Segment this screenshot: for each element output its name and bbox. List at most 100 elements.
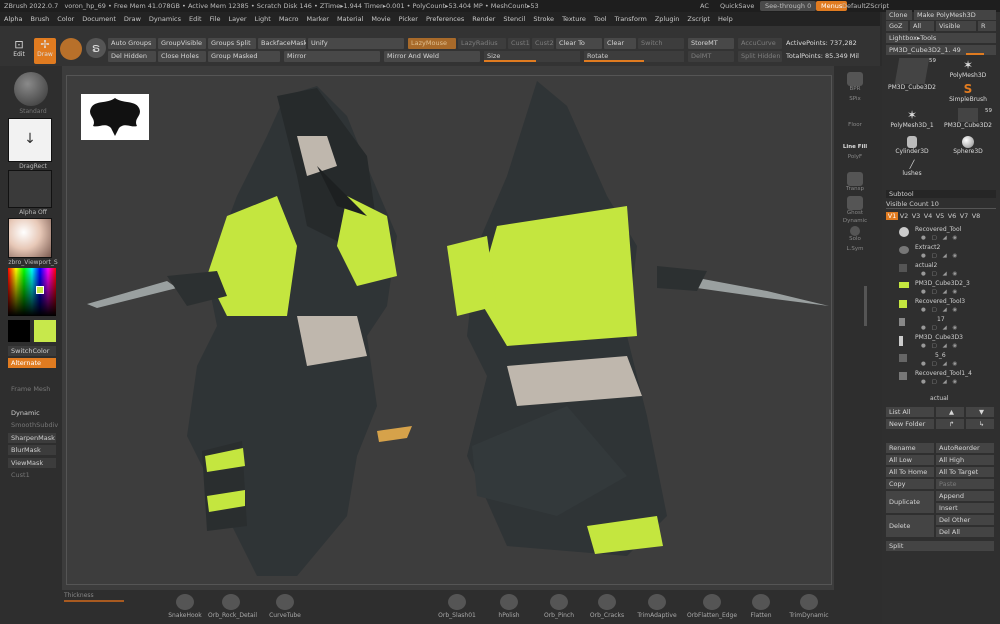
sharpen-mask-button[interactable]: SharpenMask (8, 433, 56, 443)
smooth-subdiv-button[interactable]: SmoothSubdiv (8, 420, 58, 430)
menu-layer[interactable]: Layer (224, 12, 250, 26)
brush-trimadaptive[interactable]: TrimAdaptive (634, 594, 680, 619)
delete-button[interactable]: Delete (886, 515, 934, 537)
del-hidden-button[interactable]: Del Hidden (108, 51, 156, 62)
stroke-thumbnail[interactable]: ↓ (8, 118, 52, 162)
menu-help[interactable]: Help (714, 12, 737, 26)
mirror-weld-button[interactable]: Mirror And Weld (384, 51, 480, 62)
split-button[interactable]: Split (886, 541, 994, 551)
size-slider[interactable]: Size (484, 51, 580, 62)
character-models[interactable] (67, 76, 833, 586)
tool-pm3d-cube3d2-b[interactable]: 59 PM3D_Cube3D2 (942, 108, 994, 134)
version-tab-v6[interactable]: V6 (946, 212, 958, 220)
polyf-button[interactable]: PolyF (840, 154, 870, 160)
alternate-button[interactable]: Alternate (8, 358, 56, 368)
brush-orb-pinch[interactable]: Orb_Pinch (536, 594, 582, 619)
menu-movie[interactable]: Movie (367, 12, 394, 26)
subtool-visibility-icons[interactable]: ● ▢ ◢ ◉ (921, 235, 959, 241)
menu-stencil[interactable]: Stencil (499, 12, 529, 26)
subtool-visibility-icons[interactable]: ● ▢ ◢ ◉ (921, 361, 959, 367)
move-sphere-icon[interactable] (60, 38, 82, 60)
subtool-row[interactable]: Recovered_Tool ● ▢ ◢ ◉ (885, 226, 997, 244)
move-up-button[interactable]: ▲ (936, 407, 964, 417)
tool-simplebrush[interactable]: S SimpleBrush (942, 82, 994, 104)
color-picker[interactable] (8, 268, 56, 316)
material-thumbnail[interactable] (8, 218, 52, 258)
brush-orb-slash01[interactable]: Orb_Slash01 (434, 594, 480, 619)
edit-mode-button[interactable]: ⊡ Edit (8, 38, 30, 64)
goz-button[interactable]: GoZ (886, 21, 908, 31)
dynamic-button-right[interactable]: Dynamic (840, 218, 870, 224)
brush-orb-rock-detail[interactable]: Orb_Rock_Detail (208, 594, 257, 619)
del-other-button[interactable]: Del Other (936, 515, 994, 525)
version-tab-v7[interactable]: V7 (958, 212, 970, 220)
menu-transform[interactable]: Transform (611, 12, 651, 26)
bpr-button[interactable]: BPR (840, 72, 870, 92)
secondary-color-swatch[interactable] (8, 320, 30, 342)
group-visible-button[interactable]: GroupVisible (158, 38, 206, 49)
duplicate-button[interactable]: Duplicate (886, 491, 934, 513)
del-all-button[interactable]: Del All (936, 527, 994, 537)
front-figure[interactable] (87, 86, 412, 576)
new-folder-button[interactable]: New Folder (886, 419, 934, 429)
clear-button[interactable]: Clear (604, 38, 636, 49)
del-mt-button[interactable]: DelMT (688, 51, 734, 62)
clone-button[interactable]: Clone (886, 10, 912, 20)
subtool-row[interactable]: PM3D_Cube3D3 ● ▢ ◢ ◉ (885, 334, 997, 352)
insert-button[interactable]: Insert (936, 503, 994, 513)
cust2-button[interactable]: Cust2 (532, 38, 554, 49)
floor-button[interactable]: Floor (840, 122, 870, 128)
rename-button[interactable]: Rename (886, 443, 934, 453)
accu-curve-button[interactable]: AccuCurve (738, 38, 782, 49)
ghost-button[interactable]: Ghost (840, 196, 870, 216)
menu-document[interactable]: Document (78, 12, 120, 26)
version-tab-v4[interactable]: V4 (922, 212, 934, 220)
all-high-button[interactable]: All High (936, 455, 994, 465)
copy-button[interactable]: Copy (886, 479, 934, 489)
tool-lushes[interactable]: ╱ lushes (886, 160, 938, 182)
subtool-row[interactable]: Extract2 ● ▢ ◢ ◉ (885, 244, 997, 262)
switch-color-button[interactable]: SwitchColor (8, 346, 56, 356)
menu-material[interactable]: Material (333, 12, 367, 26)
spix-button[interactable]: SPix (840, 96, 870, 102)
standard-brush-icon[interactable] (14, 72, 48, 106)
subtool-header[interactable]: Subtool (886, 190, 996, 198)
auto-reorder-button[interactable]: AutoReorder (936, 443, 994, 453)
list-all-button[interactable]: List All (886, 407, 934, 417)
viewport[interactable] (66, 75, 832, 585)
goz-r-button[interactable]: R (978, 21, 996, 31)
brush-trimdynamic[interactable]: TrimDynamic (784, 594, 834, 619)
brush-orb-cracks[interactable]: Orb_Cracks (584, 594, 630, 619)
version-tab-v1[interactable]: V1 (886, 212, 898, 220)
tool-cylinder3d[interactable]: Cylinder3D (886, 136, 938, 158)
brush-curvetube[interactable]: CurveTube (262, 594, 308, 619)
backface-mask-button[interactable]: BackfaceMask (258, 38, 306, 49)
auto-groups-button[interactable]: Auto Groups (108, 38, 156, 49)
alpha-thumbnail[interactable] (8, 170, 52, 208)
tool-polymesh3d-1[interactable]: ✶ PolyMesh3D_1 (886, 108, 938, 134)
current-tool-slider[interactable]: PM3D_Cube3D2_1. 49 (886, 45, 996, 55)
store-mt-button[interactable]: StoreMT (688, 38, 734, 49)
all-to-target-button[interactable]: All To Target (936, 467, 994, 477)
subtool-row[interactable]: 17 ● ▢ ◢ ◉ (885, 316, 997, 334)
subtool-row[interactable]: Recovered_Tool3 ● ▢ ◢ ◉ (885, 298, 997, 316)
menu-file[interactable]: File (206, 12, 225, 26)
version-tab-v5[interactable]: V5 (934, 212, 946, 220)
menu-stroke[interactable]: Stroke (529, 12, 558, 26)
tool-polymesh3d[interactable]: ✶ PolyMesh3D (942, 58, 994, 80)
brush-orbflatten-edge[interactable]: OrbFlatten_Edge (684, 594, 740, 619)
subtool-visibility-icons[interactable]: ● ▢ ◢ ◉ (921, 343, 959, 349)
cust1-button[interactable]: Cust1 (508, 38, 530, 49)
mirror-button[interactable]: Mirror (284, 51, 380, 62)
transp-button[interactable]: Transp (840, 172, 870, 192)
menu-preferences[interactable]: Preferences (422, 12, 468, 26)
menu-dynamics[interactable]: Dynamics (145, 12, 185, 26)
quicksave-button[interactable]: QuickSave (720, 0, 754, 12)
paste-button[interactable]: Paste (936, 479, 994, 489)
subtool-visibility-icons[interactable]: ● ▢ ◢ ◉ (921, 325, 959, 331)
goz-all-button[interactable]: All (910, 21, 934, 31)
cust1-left-button[interactable]: Cust1 (8, 470, 56, 480)
menu-light[interactable]: Light (251, 12, 275, 26)
groups-split-button[interactable]: Groups Split (208, 38, 256, 49)
default-zscript-button[interactable]: DefaultZScript (842, 0, 889, 12)
